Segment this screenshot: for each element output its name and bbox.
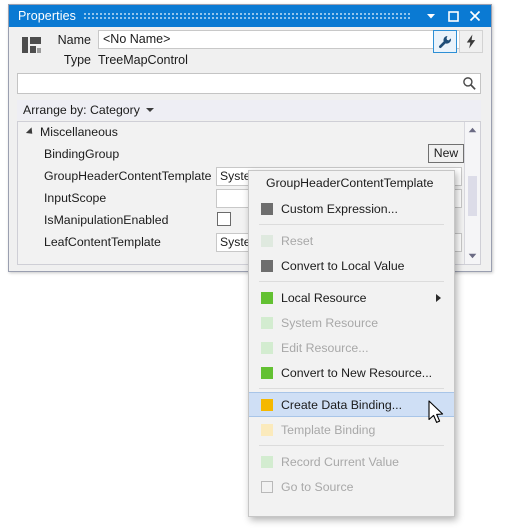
chevron-down-icon xyxy=(427,14,435,19)
name-row: Name <No Name> xyxy=(49,30,477,49)
menu-item-template-binding: Template Binding xyxy=(249,417,454,442)
search-box[interactable] xyxy=(17,73,481,95)
menu-item-label: Reset xyxy=(281,233,314,248)
window-titlebar[interactable]: Properties xyxy=(9,5,491,27)
type-label: Type xyxy=(63,52,91,67)
property-name: IsManipulationEnabled xyxy=(44,213,169,227)
menu-item-label: Go to Source xyxy=(281,479,354,494)
submenu-arrow-icon xyxy=(436,293,441,302)
lightning-bolt-icon xyxy=(466,34,476,49)
menu-item-go-to-source: Go to Source xyxy=(249,474,454,499)
menu-item-swatch-icon xyxy=(261,423,273,436)
menu-item-label: Convert to New Resource... xyxy=(281,365,433,380)
menu-item-swatch-icon xyxy=(261,291,273,304)
menu-item-label: Convert to Local Value xyxy=(281,258,405,273)
property-value-checkbox[interactable] xyxy=(217,212,231,226)
menu-item-record-current-value: Record Current Value xyxy=(249,449,454,474)
type-value: TreeMapControl xyxy=(98,52,188,67)
menu-separator xyxy=(259,445,444,446)
menu-item-swatch-icon xyxy=(261,316,273,329)
menu-item-swatch-icon xyxy=(261,455,273,468)
titlebar-maximize-button[interactable] xyxy=(442,6,464,26)
context-menu-items: Custom Expression... Reset Convert to Loca… xyxy=(249,196,454,499)
arrange-by-bar[interactable]: Arrange by: Category xyxy=(17,100,481,120)
scroll-up-icon xyxy=(468,127,477,133)
menu-separator xyxy=(259,281,444,282)
titlebar-grip[interactable] xyxy=(83,11,412,21)
menu-item-swatch-icon xyxy=(261,234,273,247)
menu-item-local-resource[interactable]: Local Resource xyxy=(249,285,454,310)
search-input[interactable] xyxy=(22,74,460,95)
chevron-down-icon[interactable] xyxy=(145,108,154,112)
menu-item-swatch-icon xyxy=(261,259,273,272)
menu-item-label: Edit Resource... xyxy=(281,340,369,355)
menu-item-convert-to-local-value[interactable]: Convert to Local Value xyxy=(249,253,454,278)
type-row: Type TreeMapControl xyxy=(49,50,188,69)
property-row-bindinggroup: BindingGroup New xyxy=(18,144,480,166)
menu-item-reset: Reset xyxy=(249,228,454,253)
property-name: GroupHeaderContentTemplate xyxy=(44,169,212,183)
property-name: BindingGroup xyxy=(44,147,120,161)
screen: Properties Name <No Name> Type TreeMapCo… xyxy=(0,0,507,531)
menu-item-label: Create Data Binding... xyxy=(281,397,402,412)
maximize-icon xyxy=(447,10,459,22)
element-header: Name <No Name> Type TreeMapControl xyxy=(9,27,491,67)
context-menu: GroupHeaderContentTemplate Custom Expres… xyxy=(248,170,455,517)
menu-item-edit-resource: Edit Resource... xyxy=(249,335,454,360)
expander-triangle-icon[interactable] xyxy=(25,127,36,137)
category-row-miscellaneous[interactable]: Miscellaneous xyxy=(18,122,480,142)
menu-separator xyxy=(259,388,444,389)
menu-separator xyxy=(259,224,444,225)
menu-item-custom-expression[interactable]: Custom Expression... xyxy=(249,196,454,221)
arrange-by-label: Arrange by: Category xyxy=(23,103,140,117)
name-input[interactable]: <No Name> xyxy=(98,30,477,49)
name-label: Name xyxy=(57,32,91,47)
window-title: Properties xyxy=(18,9,76,23)
menu-item-label: Template Binding xyxy=(281,422,376,437)
menu-item-swatch-icon xyxy=(261,480,273,493)
wrench-icon xyxy=(438,35,451,48)
menu-item-label: Custom Expression... xyxy=(281,201,398,216)
menu-item-label: Local Resource xyxy=(281,290,367,305)
scrollbar-down-button[interactable] xyxy=(465,248,480,264)
events-tab-button[interactable] xyxy=(459,30,483,53)
menu-item-system-resource: System Resource xyxy=(249,310,454,335)
titlebar-dropdown-button[interactable] xyxy=(420,6,442,26)
scrollbar-thumb[interactable] xyxy=(468,176,477,216)
menu-item-swatch-icon xyxy=(261,366,273,379)
context-menu-title: GroupHeaderContentTemplate xyxy=(266,176,434,190)
search-icon[interactable] xyxy=(462,76,477,91)
menu-item-convert-to-new-resource[interactable]: Convert to New Resource... xyxy=(249,360,454,385)
menu-item-swatch-icon xyxy=(261,341,273,354)
menu-item-label: System Resource xyxy=(281,315,379,330)
scrollbar-up-button[interactable] xyxy=(465,122,480,138)
menu-item-create-data-binding[interactable]: Create Data Binding... xyxy=(249,392,454,417)
titlebar-close-button[interactable] xyxy=(464,6,486,26)
menu-item-swatch-icon xyxy=(261,202,273,215)
property-name: LeafContentTemplate xyxy=(44,235,161,249)
property-name: InputScope xyxy=(44,191,107,205)
control-type-icon xyxy=(22,37,42,55)
close-icon xyxy=(469,10,481,22)
scroll-down-icon xyxy=(468,253,477,259)
properties-tab-button[interactable] xyxy=(433,30,457,53)
new-button[interactable]: New xyxy=(428,144,464,163)
menu-item-swatch-icon xyxy=(261,398,273,411)
grid-scrollbar[interactable] xyxy=(464,122,480,264)
category-label: Miscellaneous xyxy=(40,125,118,139)
menu-item-label: Record Current Value xyxy=(281,454,400,469)
